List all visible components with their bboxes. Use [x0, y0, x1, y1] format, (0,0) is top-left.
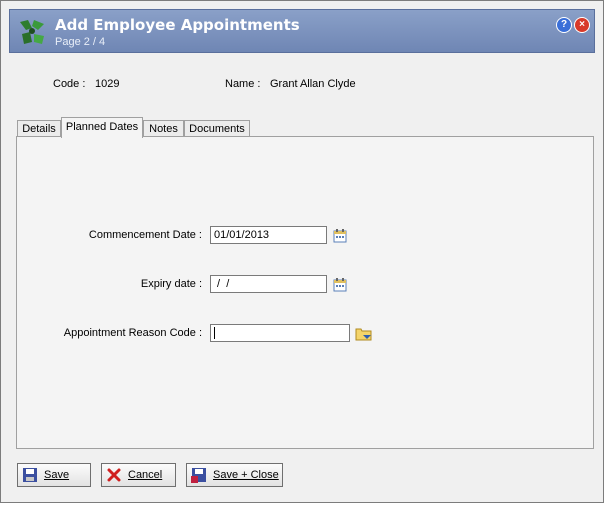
- save-icon: [23, 468, 37, 482]
- tab-details[interactable]: Details: [17, 120, 61, 137]
- commencement-date-input[interactable]: 01/01/2013: [210, 226, 327, 244]
- save-close-button[interactable]: Save + Close: [186, 463, 283, 487]
- calendar-icon[interactable]: [333, 278, 347, 292]
- tab-planned-dates[interactable]: Planned Dates: [61, 117, 143, 138]
- save-label: Save: [44, 469, 70, 481]
- close-icon[interactable]: ×: [574, 17, 590, 33]
- cancel-button[interactable]: Cancel: [101, 463, 176, 487]
- calendar-icon[interactable]: [333, 229, 347, 243]
- appointment-reason-input[interactable]: [210, 324, 350, 342]
- expiry-date-input[interactable]: / /: [210, 275, 327, 293]
- tab-notes[interactable]: Notes: [143, 120, 184, 137]
- app-logo-icon: [20, 20, 44, 44]
- tab-panel: Commencement Date : 01/01/2013 Expiry da…: [16, 136, 594, 449]
- code-label: Code :: [53, 78, 86, 90]
- commencement-date-label: Commencement Date :: [88, 229, 202, 241]
- title-bar: Add Employee Appointments Page 2 / 4 ? ×: [9, 9, 595, 53]
- save-button[interactable]: Save: [17, 463, 91, 487]
- cancel-label: Cancel: [128, 469, 163, 481]
- page-indicator: Page 2 / 4: [55, 36, 106, 48]
- help-icon[interactable]: ?: [556, 17, 572, 33]
- expiry-date-label: Expiry date :: [140, 278, 202, 290]
- window-title: Add Employee Appointments: [55, 16, 300, 34]
- save-close-label: Save + Close: [213, 469, 279, 481]
- code-value: 1029: [95, 78, 120, 90]
- appointment-reason-label: Appointment Reason Code :: [63, 327, 202, 339]
- name-label: Name :: [225, 78, 261, 90]
- dialog-window: Add Employee Appointments Page 2 / 4 ? ×…: [0, 0, 604, 503]
- tab-documents[interactable]: Documents: [184, 120, 250, 137]
- name-value: Grant Allan Clyde: [270, 78, 356, 90]
- text-caret: [214, 327, 215, 340]
- cancel-x-icon: [107, 468, 121, 482]
- save-close-icon: [191, 468, 206, 483]
- folder-lookup-icon[interactable]: [355, 326, 373, 341]
